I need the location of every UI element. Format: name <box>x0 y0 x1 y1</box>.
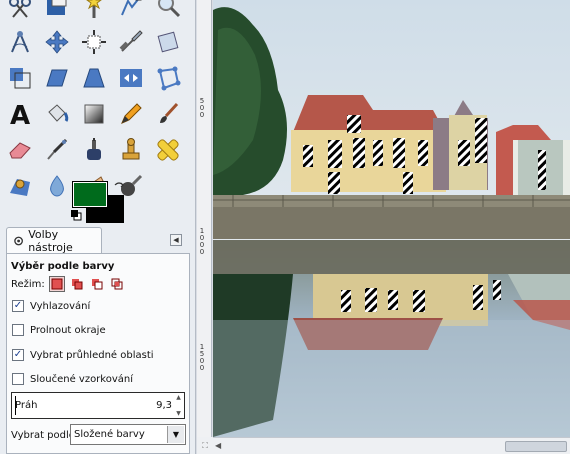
pencil-icon[interactable] <box>115 98 147 130</box>
blur-icon[interactable] <box>41 170 73 202</box>
measure-icon[interactable] <box>4 26 36 58</box>
perspective-clone-icon[interactable] <box>4 170 36 202</box>
mode-add-button[interactable] <box>69 276 85 292</box>
threshold-value: 9,3 <box>156 400 172 411</box>
panel-menu-button[interactable]: ◀ <box>170 234 182 246</box>
text-icon[interactable]: A <box>4 98 36 130</box>
image-canvas[interactable] <box>213 0 570 437</box>
feather-checkbox[interactable] <box>12 324 24 336</box>
mode-intersect-button[interactable] <box>109 276 125 292</box>
dropdown-arrow-icon[interactable]: ▼ <box>167 426 184 443</box>
antialiasing-row[interactable]: ✓ Vyhlazování <box>12 300 90 312</box>
transparent-row[interactable]: ✓ Vybrat průhledné oblasti <box>12 349 154 361</box>
scale-icon[interactable] <box>4 62 36 94</box>
airbrush-icon[interactable] <box>41 134 73 166</box>
mode-subtract-icon <box>91 279 103 290</box>
perspective-icon[interactable] <box>78 62 110 94</box>
vertical-ruler: 500 1000 1500 <box>197 0 212 454</box>
mode-label: Režim: <box>11 278 45 290</box>
threshold-slider[interactable]: Práh 9,3 ▲ ▼ <box>11 392 185 419</box>
spin-up-icon[interactable]: ▲ <box>176 394 181 401</box>
mode-replace-button[interactable] <box>48 276 65 292</box>
foreground-color-swatch[interactable] <box>72 181 108 208</box>
threshold-label: Práh <box>15 400 38 411</box>
triangle-left-icon: ◀ <box>173 236 179 244</box>
mode-intersect-icon <box>111 278 123 290</box>
horizontal-scrollbar[interactable]: ◀ <box>213 437 570 454</box>
feather-row[interactable]: Prolnout okraje <box>12 324 106 336</box>
ink-icon[interactable] <box>78 134 110 166</box>
mode-subtract-button[interactable] <box>89 276 105 292</box>
select-by-label: Vybrat podle: <box>11 430 79 441</box>
scrollbar-thumb[interactable] <box>505 441 567 452</box>
feather-label: Prolnout okraje <box>30 324 106 336</box>
paintbrush-icon[interactable] <box>152 98 184 130</box>
mode-add-icon <box>71 279 83 290</box>
ruler-label: 1500 <box>199 343 205 372</box>
svg-text:A: A <box>10 101 30 127</box>
navigate-corner-icon[interactable]: ⛶ <box>197 437 213 454</box>
eraser-icon[interactable] <box>4 134 36 166</box>
magnify-icon[interactable] <box>152 0 184 22</box>
heal-icon[interactable] <box>152 134 184 166</box>
select-by-dropdown[interactable]: Složené barvy ▼ <box>70 424 186 445</box>
clone-icon[interactable] <box>115 134 147 166</box>
blend-icon[interactable] <box>78 98 110 130</box>
cage-transform-icon[interactable] <box>152 62 184 94</box>
antialiasing-label: Vyhlazování <box>30 300 91 312</box>
transparent-checkbox[interactable]: ✓ <box>12 349 24 361</box>
toolbox: A Volby nástroje ◀ Výběr podle barvy Rež… <box>0 0 196 454</box>
tool-options-title: Výběr podle barvy <box>11 261 115 272</box>
foreground-select-icon[interactable] <box>41 0 73 22</box>
scroll-left-icon[interactable]: ◀ <box>215 441 221 450</box>
antialiasing-checkbox[interactable]: ✓ <box>12 300 24 312</box>
crop-icon[interactable] <box>115 26 147 58</box>
align-icon[interactable] <box>78 26 110 58</box>
tool-options-icon <box>14 236 23 246</box>
scissors-select-icon[interactable] <box>4 0 36 22</box>
select-by-value: Složené barvy <box>74 429 145 440</box>
bucket-fill-icon[interactable] <box>41 98 73 130</box>
transparent-label: Vybrat průhledné oblasti <box>30 349 154 361</box>
mode-row: Režim: <box>11 276 125 292</box>
fuzzy-select-icon[interactable] <box>78 0 110 22</box>
paths-icon[interactable] <box>115 0 147 22</box>
tool-options-panel: Výběr podle barvy Režim: ✓ Vyhlazování P… <box>6 253 190 454</box>
threshold-spinner[interactable]: ▲ ▼ <box>174 394 183 417</box>
tool-grid: A <box>4 0 189 206</box>
move-icon[interactable] <box>41 26 73 58</box>
ruler-label: 500 <box>199 97 205 119</box>
merged-label: Sloučené vzorkování <box>30 373 134 385</box>
lake-town-photo <box>213 0 570 437</box>
shear-icon[interactable] <box>41 62 73 94</box>
mode-replace-icon <box>51 278 63 290</box>
merged-row[interactable]: Sloučené vzorkování <box>12 373 133 385</box>
swap-colors-icon[interactable] <box>113 181 125 193</box>
tab-tool-options[interactable]: Volby nástroje <box>6 227 102 254</box>
default-colors-icon[interactable] <box>70 209 82 221</box>
ruler-label: 1000 <box>199 227 205 256</box>
rotate-icon[interactable] <box>152 26 184 58</box>
flip-icon[interactable] <box>115 62 147 94</box>
tab-tool-options-label: Volby nástroje <box>28 228 73 254</box>
merged-checkbox[interactable] <box>12 373 24 385</box>
spin-down-icon[interactable]: ▼ <box>176 410 181 417</box>
